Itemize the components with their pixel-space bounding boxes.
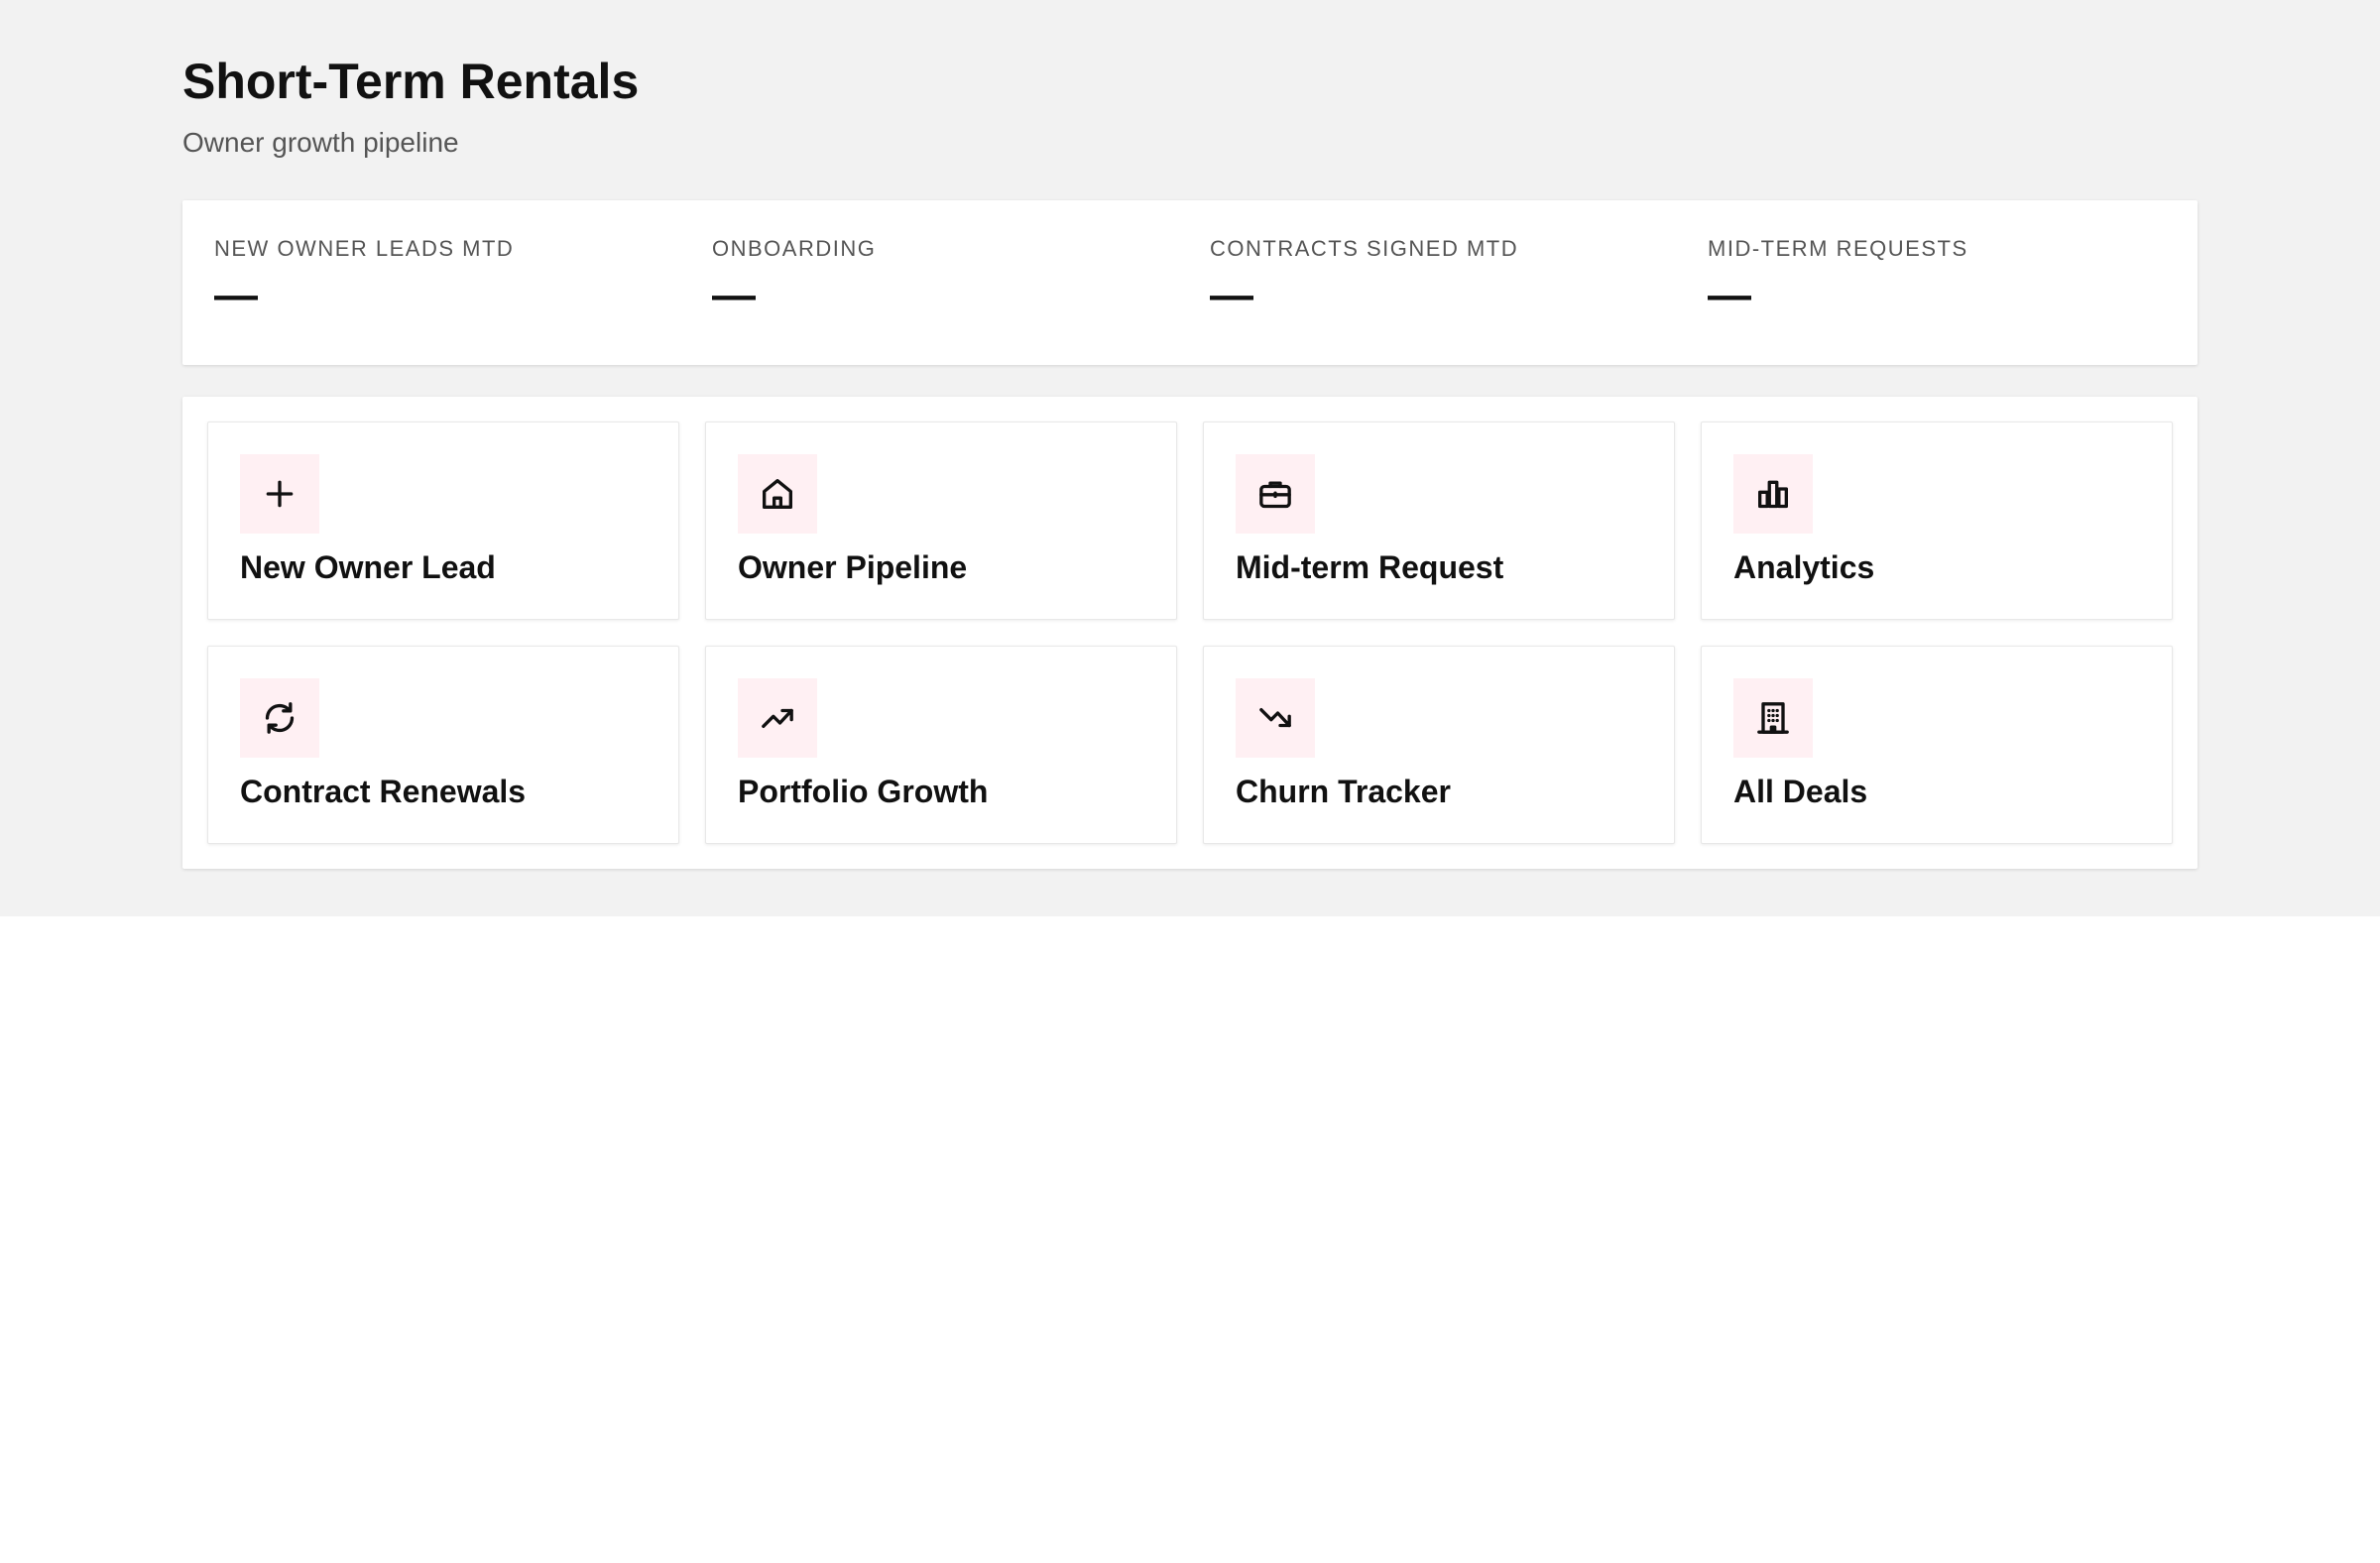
- tile-label: All Deals: [1733, 774, 1868, 809]
- owner-pipeline-tile[interactable]: Owner Pipeline: [705, 421, 1177, 620]
- churn-tracker-tile[interactable]: Churn Tracker: [1203, 646, 1675, 844]
- tile-label: Portfolio Growth: [738, 774, 989, 809]
- building-icon: [1733, 678, 1813, 758]
- stat-label: CONTRACTS SIGNED MTD: [1210, 236, 1519, 261]
- actions-panel: New Owner Lead Owner Pipeline Mid-term R…: [182, 397, 2198, 869]
- tile-label: Analytics: [1733, 549, 1875, 585]
- stat-mid-term-requests: MID-TERM REQUESTS —: [1708, 234, 2184, 319]
- stat-value: —: [1210, 271, 1253, 319]
- stat-label: ONBOARDING: [712, 236, 877, 261]
- analytics-tile[interactable]: Analytics: [1701, 421, 2173, 620]
- stat-contracts-signed: CONTRACTS SIGNED MTD —: [1210, 234, 1686, 319]
- tile-label: Contract Renewals: [240, 774, 527, 809]
- home-icon: [738, 454, 817, 534]
- new-owner-lead-tile[interactable]: New Owner Lead: [207, 421, 679, 620]
- tile-label: Mid-term Request: [1236, 549, 1504, 585]
- page-subtitle: Owner growth pipeline: [182, 127, 459, 158]
- plus-icon: [240, 454, 319, 534]
- page-header: Short-Term Rentals Owner growth pipeline: [182, 52, 639, 161]
- tile-label: Owner Pipeline: [738, 549, 968, 585]
- stat-value: —: [712, 271, 756, 319]
- tile-label: Churn Tracker: [1236, 774, 1451, 809]
- mid-term-request-tile[interactable]: Mid-term Request: [1203, 421, 1675, 620]
- bar-chart-icon: [1733, 454, 1813, 534]
- trending-up-icon: [738, 678, 817, 758]
- all-deals-tile[interactable]: All Deals: [1701, 646, 2173, 844]
- stat-value: —: [1708, 271, 1751, 319]
- contract-renewals-tile[interactable]: Contract Renewals: [207, 646, 679, 844]
- stats-card: NEW OWNER LEADS MTD — ONBOARDING — CONTR…: [182, 200, 2198, 365]
- stat-onboarding: ONBOARDING —: [712, 234, 1188, 319]
- stat-new-owner-leads: NEW OWNER LEADS MTD —: [214, 234, 690, 319]
- stat-label: MID-TERM REQUESTS: [1708, 236, 1968, 261]
- stat-label: NEW OWNER LEADS MTD: [214, 236, 515, 261]
- briefcase-icon: [1236, 454, 1315, 534]
- page-title: Short-Term Rentals: [182, 54, 640, 109]
- trending-down-icon: [1236, 678, 1315, 758]
- stat-value: —: [214, 271, 258, 319]
- portfolio-growth-tile[interactable]: Portfolio Growth: [705, 646, 1177, 844]
- refresh-icon: [240, 678, 319, 758]
- tile-label: New Owner Lead: [240, 549, 496, 585]
